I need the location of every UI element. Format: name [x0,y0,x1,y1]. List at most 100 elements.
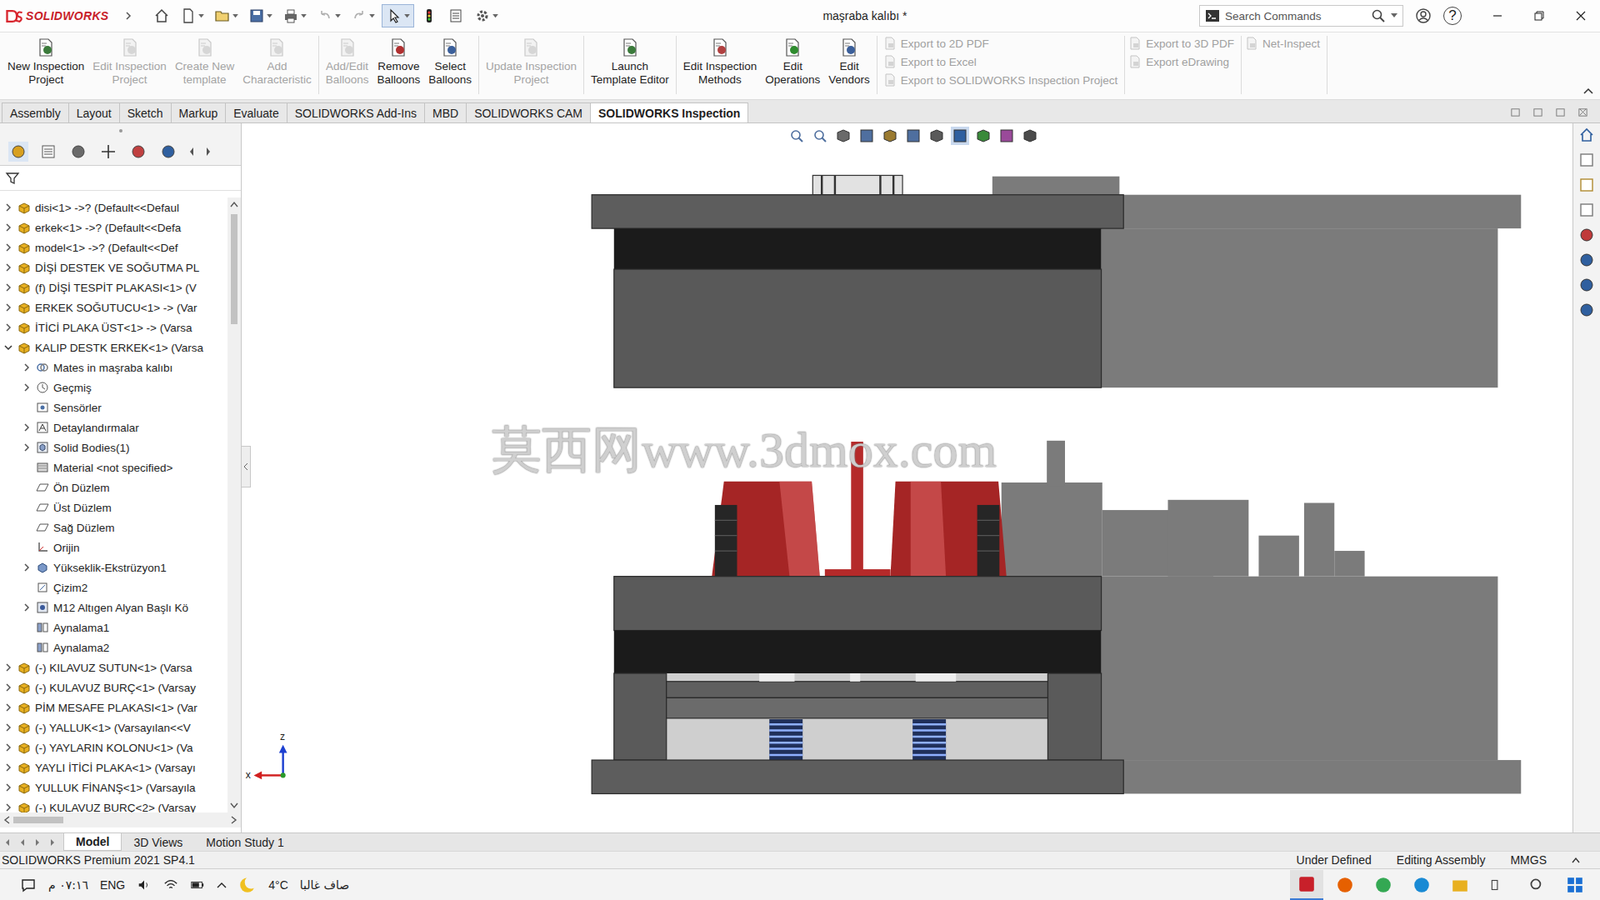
cavity-cooling-plate[interactable] [614,228,1102,270]
tree-item[interactable]: Detaylandırmalar [0,417,228,438]
graphics-area[interactable]: zx莫西网www.3dmox.com [241,123,1573,833]
dropdown-arrow-icon[interactable] [335,14,341,19]
bottom-clamp-plate[interactable] [591,760,1124,794]
taskbar-app[interactable] [1328,870,1362,900]
scroll-thumb[interactable] [230,214,238,325]
view-tool-icon[interactable] [927,126,946,145]
clock[interactable]: ٠٧:١٦ م [48,878,89,892]
tree-item[interactable]: Geçmiş [0,377,228,398]
input-language[interactable]: ENG [100,878,125,892]
expand-arrow-icon[interactable] [4,303,13,312]
view-tool-icon[interactable] [857,126,876,145]
expand-arrow-icon[interactable] [22,423,31,432]
select-icon[interactable] [381,4,415,28]
mold-assembly-view[interactable]: zx [241,123,1573,833]
taskbar-app[interactable] [1520,870,1554,900]
dropdown-arrow-icon[interactable] [404,14,410,19]
tree-item[interactable]: disi<1> ->? (Default<<Defaul [0,197,228,218]
ribbon-button[interactable]: EditOperations [760,35,825,89]
tree-item[interactable]: DİŞİ DESTEK VE SOĞUTMA PL [0,257,228,278]
notification-icon[interactable] [20,876,37,894]
tree-item[interactable]: YAYLI İTİCİ PLAKA<1> (Varsayı [0,757,228,778]
expand-arrow-icon[interactable] [4,323,13,332]
solidworks-logo[interactable]: SOLIDWORKS [5,9,109,24]
tab-scroll-icon[interactable] [3,838,12,847]
save-icon[interactable] [245,5,276,27]
status-item[interactable]: Editing Assembly [1396,853,1486,867]
dropdown-arrow-icon[interactable] [266,14,273,19]
scroll-thumb[interactable] [13,816,64,824]
close-icon[interactable] [1575,10,1587,22]
tab-scroll-icon[interactable] [18,838,27,847]
expand-arrow-icon[interactable] [22,383,31,392]
tree-item[interactable]: model<1> ->? (Default<<Def [0,237,228,258]
taskbar-app[interactable] [1290,870,1324,900]
dropdown-arrow-icon[interactable] [198,14,205,19]
sprue-bushing[interactable] [812,175,903,195]
panel-tab-icon[interactable] [8,141,29,162]
panel-tab-icon[interactable] [128,141,149,162]
expand-arrow-icon[interactable] [4,683,13,692]
expand-arrow-icon[interactable] [4,203,13,212]
volume-icon[interactable] [136,877,152,893]
tree-item[interactable]: (-) YAYLARIN KOLONU<1> (Va [0,737,228,758]
open-icon[interactable] [210,5,242,27]
export-button[interactable]: Export to 2D PDF [883,35,1118,51]
tree-item[interactable]: Sensörler [0,397,228,418]
document-window-icon[interactable] [1577,106,1589,118]
ribbon-button[interactable]: SelectBalloons [424,35,476,89]
springs[interactable] [769,719,946,760]
dropdown-arrow-icon[interactable] [300,14,307,19]
taskbar-app[interactable] [1481,870,1515,900]
minimize-icon[interactable] [1491,10,1504,22]
panel-grip[interactable] [0,123,241,139]
collapse-ribbon-icon[interactable] [1583,87,1594,95]
command-tab[interactable]: Evaluate [225,102,287,123]
command-tab[interactable]: SOLIDWORKS Inspection [590,102,749,123]
battery-icon[interactable] [190,877,205,893]
tree-item[interactable]: Aynalama1 [0,617,228,638]
tree-item[interactable]: (-) KILAVUZ SUTUN<1> (Varsa [0,657,228,678]
dropdown-arrow-icon[interactable] [492,14,499,19]
command-tab[interactable]: Assembly [1,102,70,123]
tree-item[interactable]: Solid Bodies(1) [0,437,228,458]
expand-arrow-icon[interactable] [22,603,31,612]
taskbar-app[interactable] [1443,870,1477,900]
expand-arrow-icon[interactable] [22,363,31,372]
panel-tab-icon[interactable] [98,141,119,162]
tree-item[interactable]: KALIP DESTK ERKEK<1> (Varsa [0,337,228,358]
temperature[interactable]: 4°C [268,878,289,892]
expand-arrow-icon[interactable] [4,723,13,732]
tab-scroll-icon[interactable] [33,838,42,847]
gear-icon[interactable] [470,5,502,27]
task-pane-icon[interactable] [1578,151,1595,169]
light-icon[interactable] [417,5,441,27]
tree-item[interactable]: (f) DİŞİ TESPİT PLAKASI<1> (V [0,277,228,298]
tree-item[interactable]: Yükseklik-Ekstrüzyon1 [0,557,228,578]
command-tab[interactable]: Sketch [119,102,172,123]
tree-item[interactable]: Orijin [0,537,228,558]
redo-icon[interactable] [347,5,379,27]
core-plate[interactable] [614,576,1102,631]
tree-item[interactable]: (-) YALLUK<1> (Varsayılan<<V [0,717,228,738]
tree-item[interactable]: Mates in maşraba kalıbı [0,357,228,378]
scroll-right-icon[interactable] [205,146,212,157]
export-button[interactable]: Export to 3D PDF [1128,35,1235,51]
scroll-left-icon[interactable] [3,815,10,825]
ribbon-button[interactable]: LaunchTemplate Editor [586,35,674,89]
expand-arrow-icon[interactable] [4,763,13,772]
export-button[interactable]: Export to Excel [883,54,1118,70]
taskbar-app[interactable] [1558,870,1592,900]
expand-arrow-icon[interactable] [4,283,13,292]
task-pane-icon[interactable] [1578,251,1595,269]
scroll-up-icon[interactable] [230,200,239,208]
wifi-icon[interactable] [163,877,179,893]
ribbon-button[interactable]: AddCharacteristic [238,35,316,89]
top-clamp-plate[interactable] [591,195,1124,229]
scroll-right-icon[interactable] [230,815,238,825]
view-tool-icon[interactable] [997,126,1016,145]
tree-item[interactable]: ERKEK SOĞUTUCU<1> -> (Var [0,297,228,318]
status-item[interactable]: Under Defined [1296,853,1372,867]
view-tool-icon[interactable] [1020,126,1040,145]
document-window-icon[interactable] [1555,106,1566,118]
